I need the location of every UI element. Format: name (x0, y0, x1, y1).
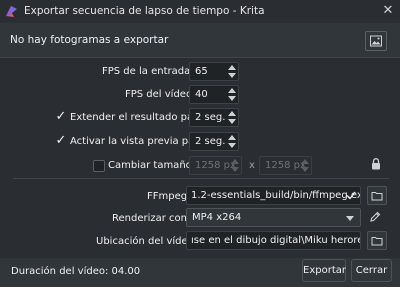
pencil-icon[interactable] (369, 211, 381, 223)
fps-input-value: 65 (195, 66, 208, 77)
spin-arrows-icon[interactable] (227, 87, 237, 102)
fps-video-value: 40 (195, 89, 208, 100)
ffmpeg-label: FFmpeg: (147, 191, 191, 202)
extend-result-checkbox[interactable]: ✓ (55, 110, 67, 123)
krita-icon (6, 6, 17, 17)
export-button[interactable]: Exportar (302, 259, 346, 282)
activate-preview-label: Activar la vista previa para: (70, 136, 208, 147)
spin-arrows-icon[interactable] (227, 134, 237, 149)
ffmpeg-browse-button[interactable] (367, 186, 387, 205)
render-format-dropdown[interactable]: MP4 x264 (186, 208, 361, 227)
lock-icon[interactable] (371, 158, 381, 170)
ffmpeg-path-value: 1.2-essentials_build/bin/ffmpeg.exe (191, 190, 361, 201)
cancel-button[interactable]: Cerrar (351, 259, 392, 282)
fps-video-label: FPS del vídeo: (125, 89, 196, 100)
activate-preview-value: 2 seg. (195, 136, 226, 147)
check-icon (346, 191, 356, 200)
ffmpeg-path-field[interactable]: 1.2-essentials_build/bin/ffmpeg.exe (186, 186, 361, 205)
extend-result-spinbox[interactable]: 2 seg. (189, 108, 239, 127)
settings-form: FPS de la entrada: 65 FPS del vídeo: 40 … (0, 58, 400, 258)
resize-label: Cambiar tamaño: (108, 160, 196, 171)
info-bar: No hay fotogramas a exportar (0, 23, 400, 57)
spin-arrows-icon[interactable] (227, 64, 237, 79)
resize-width-spinbox[interactable]: 1258 px (189, 156, 242, 175)
activate-preview-checkbox[interactable]: ✓ (55, 134, 67, 147)
spin-arrows-icon[interactable] (227, 110, 237, 125)
title-bar: Exportar secuencia de lapso de tiempo - … (0, 0, 400, 23)
duration-value: 04.00 (111, 266, 141, 277)
folder-icon (371, 236, 383, 245)
location-label: Ubicación del vídeo: (96, 236, 198, 247)
window-title: Exportar secuencia de lapso de tiempo - … (24, 5, 265, 17)
duration-label: Duración del vídeo: (11, 266, 109, 277)
location-path-value: ıse en el dibujo digital\Miku herore.mp4 (191, 235, 360, 246)
spin-arrows-icon[interactable] (230, 158, 240, 173)
extend-result-value: 2 seg. (195, 112, 226, 123)
spin-arrows-icon[interactable] (300, 158, 310, 173)
location-path-field[interactable]: ıse en el dibujo digital\Miku herore.mp4 (186, 231, 361, 250)
fps-input-spinbox[interactable]: 65 (189, 62, 239, 81)
activate-preview-spinbox[interactable]: 2 seg. (189, 132, 239, 151)
chevron-down-icon (346, 216, 354, 221)
resize-checkbox[interactable] (93, 160, 105, 172)
folder-icon (371, 191, 383, 200)
resize-height-spinbox[interactable]: 1258 px (259, 156, 312, 175)
fps-video-spinbox[interactable]: 40 (189, 85, 239, 104)
video-duration: Duración del vídeo: 04.00 (11, 266, 140, 277)
close-icon[interactable]: ✕ (381, 4, 395, 18)
section-divider (13, 178, 389, 179)
resize-separator: x (249, 160, 255, 171)
no-frames-message: No hay fotogramas a exportar (10, 34, 169, 46)
render-format-value: MP4 x264 (192, 212, 242, 223)
fps-input-label: FPS de la entrada: (102, 66, 194, 77)
location-browse-button[interactable] (367, 231, 387, 250)
extend-result-label: Extender el resultado para: (70, 112, 207, 123)
image-icon[interactable] (365, 31, 387, 51)
